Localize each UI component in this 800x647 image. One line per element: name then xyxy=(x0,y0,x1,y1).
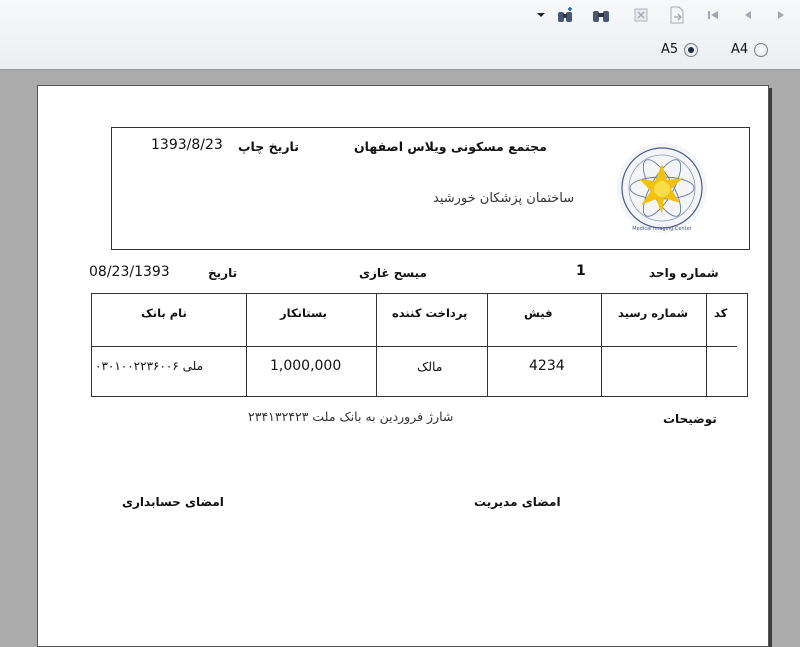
header-code: کد xyxy=(714,306,728,320)
table-col-divider xyxy=(487,293,488,397)
table-col-divider xyxy=(246,293,247,397)
notes-text: شارژ فروردین به بانک ملت ۲۳۴۱۳۲۴۲۳ xyxy=(248,409,454,424)
print-date-value: 1393/8/23 xyxy=(151,137,223,153)
date-label: تاریخ xyxy=(208,266,238,280)
table-right-border xyxy=(747,293,748,397)
page-size-a4-label: A4 xyxy=(731,42,749,57)
page-size-a5-radio[interactable] xyxy=(684,42,699,57)
header-payer: پرداخت کننده xyxy=(392,306,468,320)
next-page-icon[interactable] xyxy=(770,5,792,25)
header-receipt-number: شماره رسید xyxy=(618,306,689,320)
logo-caption: Medical Imaging Center xyxy=(632,226,692,232)
print-date-label: تاریخ چاپ xyxy=(238,139,299,154)
close-icon[interactable] xyxy=(630,5,652,25)
unit-number-value: 1 xyxy=(576,263,586,279)
management-signature: امضای مدیریت xyxy=(474,495,561,509)
cell-slip: 4234 xyxy=(529,358,565,374)
cell-credit: 1,000,000 xyxy=(270,358,342,374)
viewer-toolbar: A5 A4 xyxy=(0,0,800,70)
previous-page-icon[interactable] xyxy=(737,5,759,25)
page-size-a5-label: A5 xyxy=(661,42,679,57)
cell-bank-name: ملی ۰۳۰۱۰۰۲۲۳۶۰۰۶ xyxy=(95,359,204,373)
header-slip: فیش xyxy=(524,306,553,320)
header-bank-name: نام بانک xyxy=(141,306,187,320)
building-name: ساختمان پزشکان خورشید xyxy=(433,191,575,206)
date-value: 08/23/1393 xyxy=(89,264,170,280)
first-page-icon[interactable] xyxy=(702,5,724,25)
notes-label: توضیحات xyxy=(663,412,717,426)
binoculars-icon[interactable] xyxy=(590,5,612,25)
cell-payer: مالک xyxy=(417,359,443,374)
header-credit: بستانکار xyxy=(280,306,327,320)
table-header-border xyxy=(91,346,737,347)
table-col-divider xyxy=(376,293,377,397)
zoom-in-icon[interactable] xyxy=(555,5,577,25)
accounting-signature: امضای حسابداری xyxy=(122,495,224,509)
table-col-divider xyxy=(706,293,707,397)
complex-name: مجتمع مسکونی ویلاس اصفهان xyxy=(354,139,547,154)
export-page-icon[interactable] xyxy=(666,5,688,25)
page-size-a5-option[interactable]: A5 xyxy=(661,42,699,57)
table-bottom-border xyxy=(91,396,748,397)
dropdown-arrow-icon[interactable] xyxy=(534,5,548,25)
receipt-page: Medical Imaging Center مجتمع مسکونی ویلا… xyxy=(37,85,769,647)
page-size-a4-radio[interactable] xyxy=(754,42,769,57)
table-left-border xyxy=(91,293,92,397)
owner-name: میسح غازی xyxy=(359,266,427,280)
unit-number-label: شماره واحد xyxy=(649,266,719,280)
table-top-border xyxy=(91,293,748,294)
table-col-divider xyxy=(601,293,602,397)
center-logo: Medical Imaging Center xyxy=(606,140,718,240)
page-size-a4-option[interactable]: A4 xyxy=(731,42,769,57)
